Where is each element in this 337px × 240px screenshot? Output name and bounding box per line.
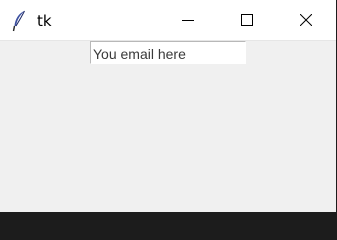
window-title: tk (37, 12, 52, 30)
tk-window: tk (0, 0, 336, 212)
minimize-button[interactable] (165, 0, 211, 41)
title-bar[interactable]: tk (0, 0, 336, 41)
maximize-button[interactable] (224, 0, 270, 41)
minimize-icon (182, 20, 194, 21)
maximize-icon (241, 14, 253, 26)
window-client-area (0, 41, 336, 212)
feather-icon (12, 10, 26, 32)
close-button[interactable] (283, 0, 329, 41)
close-icon (300, 14, 312, 26)
email-field[interactable] (90, 41, 246, 64)
